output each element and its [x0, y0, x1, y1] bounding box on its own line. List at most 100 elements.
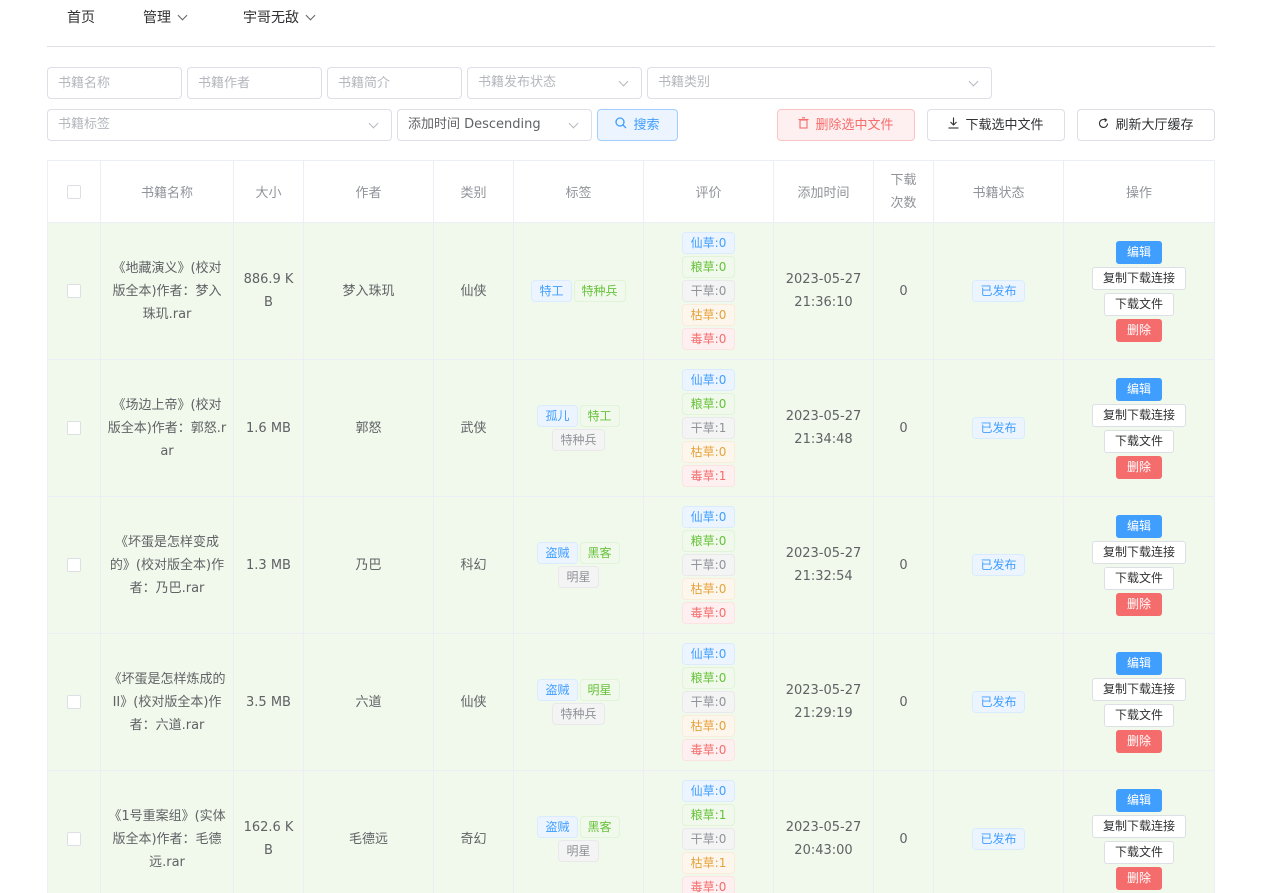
row-actions: 编辑 复制下载连接 下载文件 删除 [1091, 651, 1186, 753]
status-badge: 已发布 [972, 417, 1025, 439]
chevron-down-icon [177, 10, 188, 21]
book-name-cell: 《坏蛋是怎样炼成的II》(校对版全本)作者：六道.rar [101, 634, 234, 770]
edit-button[interactable]: 编辑 [1115, 651, 1162, 675]
search-button[interactable]: 搜索 [597, 109, 678, 141]
book-category: 仙侠 [460, 283, 487, 299]
edit-button[interactable]: 编辑 [1115, 240, 1162, 264]
download-file-button[interactable]: 下载文件 [1103, 703, 1174, 727]
book-size-cell: 886.9 KB [234, 223, 304, 359]
delete-button[interactable]: 删除 [1115, 866, 1162, 890]
book-size: 162.6 KB [243, 820, 294, 858]
added-time: 20:43:00 [794, 843, 853, 858]
rating-liang-badge: 粮草:1 [681, 804, 736, 826]
nav-user[interactable]: 宇哥无敌 [243, 8, 316, 28]
copy-link-button[interactable]: 复制下载连接 [1091, 266, 1186, 290]
book-category-cell: 奇幻 [434, 771, 514, 893]
delete-button[interactable]: 删除 [1115, 318, 1162, 342]
book-tag: 特种兵 [552, 703, 605, 725]
download-selected-label: 下载选中文件 [965, 118, 1044, 133]
chevron-down-icon [618, 76, 629, 87]
book-author-input[interactable] [188, 68, 321, 98]
book-author-field [187, 67, 322, 99]
delete-selected-button[interactable]: 删除选中文件 [777, 109, 915, 141]
publish-status-placeholder: 书籍发布状态 [478, 75, 557, 90]
search-icon [615, 110, 627, 140]
delete-button[interactable]: 删除 [1115, 592, 1162, 616]
book-added-cell: 2023-05-27 21:32:54 [774, 497, 874, 633]
edit-button[interactable]: 编辑 [1115, 377, 1162, 401]
category-select[interactable]: 书籍类别 [647, 67, 992, 99]
download-file-button[interactable]: 下载文件 [1103, 566, 1174, 590]
book-ratings: 仙草:0 粮草:0 干草:0 枯草:0 毒草:0 [681, 232, 736, 350]
row-actions: 编辑 复制下载连接 下载文件 删除 [1091, 240, 1186, 342]
top-nav: 首页 管理 宇哥无敌 [47, 0, 1215, 47]
row-checkbox[interactable] [67, 558, 81, 572]
delete-button[interactable]: 删除 [1115, 729, 1162, 753]
row-checkbox[interactable] [67, 832, 81, 846]
header-downloads: 下载 次数 [874, 161, 934, 222]
rating-du-badge: 毒草:0 [681, 739, 736, 761]
book-name-cell: 《1号重案组》(实体版全本)作者：毛德远.rar [101, 771, 234, 893]
select-all-checkbox[interactable] [67, 184, 81, 199]
edit-button[interactable]: 编辑 [1115, 514, 1162, 538]
book-tag: 特种兵 [552, 429, 605, 451]
tag-select[interactable]: 书籍标签 [47, 109, 392, 141]
nav-home[interactable]: 首页 [67, 8, 95, 28]
download-file-button[interactable]: 下载文件 [1103, 429, 1174, 453]
book-ops-cell: 编辑 复制下载连接 下载文件 删除 [1064, 497, 1215, 633]
book-ratings: 仙草:0 粮草:0 干草:1 枯草:0 毒草:1 [681, 369, 736, 487]
book-rating-cell: 仙草:0 粮草:1 干草:0 枯草:1 毒草:0 [644, 771, 774, 893]
added-time: 21:36:10 [794, 295, 853, 310]
rating-ku-badge: 枯草:0 [681, 715, 736, 737]
book-name: 《场边上帝》(校对版全本)作者：郭怒.rar [107, 397, 227, 459]
download-file-button[interactable]: 下载文件 [1103, 292, 1174, 316]
book-rating-cell: 仙草:0 粮草:0 干草:1 枯草:0 毒草:1 [644, 360, 774, 496]
table-header: 书籍名称 大小 作者 类别 标签 评价 添加时间 下载 次数 书籍状态 操作 [47, 161, 1215, 223]
download-count: 0 [899, 831, 908, 847]
header-status: 书籍状态 [934, 161, 1064, 222]
copy-link-button[interactable]: 复制下载连接 [1091, 814, 1186, 838]
book-name-input[interactable] [48, 68, 181, 98]
sort-select[interactable]: 添加时间 Descending [397, 109, 592, 141]
rating-xian-badge: 仙草:0 [681, 780, 736, 802]
rating-gan-badge: 干草:0 [681, 828, 736, 850]
chevron-down-icon [568, 118, 579, 129]
edit-button[interactable]: 编辑 [1115, 788, 1162, 812]
book-status-cell: 已发布 [934, 360, 1064, 496]
rating-ku-badge: 枯草:0 [681, 578, 736, 600]
book-tag: 盗贼 [537, 542, 578, 564]
book-tags: 盗贼 黑客 明星 [524, 542, 634, 588]
table-row: 《坏蛋是怎样炼成的II》(校对版全本)作者：六道.rar 3.5 MB 六道 仙… [47, 634, 1215, 771]
added-date: 2023-05-27 [785, 272, 862, 287]
book-author: 郭怒 [355, 420, 382, 436]
book-category-cell: 科幻 [434, 497, 514, 633]
download-selected-button[interactable]: 下载选中文件 [927, 109, 1065, 141]
book-intro-input[interactable] [328, 68, 461, 98]
row-checkbox[interactable] [67, 421, 81, 435]
copy-link-button[interactable]: 复制下载连接 [1091, 540, 1186, 564]
book-tag: 盗贼 [537, 816, 578, 838]
row-checkbox[interactable] [67, 284, 81, 298]
book-category: 仙侠 [460, 694, 487, 710]
book-tags: 盗贼 黑客 明星 [524, 816, 634, 862]
row-select-cell [47, 497, 101, 633]
table-body: 《地藏演义》(校对版全本)作者：梦入珠玑.rar 886.9 KB 梦入珠玑 仙… [47, 223, 1215, 893]
copy-link-button[interactable]: 复制下载连接 [1091, 677, 1186, 701]
row-actions: 编辑 复制下载连接 下载文件 删除 [1091, 377, 1186, 479]
nav-manage-label: 管理 [143, 10, 171, 26]
copy-link-button[interactable]: 复制下载连接 [1091, 403, 1186, 427]
publish-status-select[interactable]: 书籍发布状态 [467, 67, 642, 99]
book-size-cell: 162.6 KB [234, 771, 304, 893]
table-row: 《1号重案组》(实体版全本)作者：毛德远.rar 162.6 KB 毛德远 奇幻… [47, 771, 1215, 893]
book-author: 乃巴 [355, 557, 382, 573]
download-file-button[interactable]: 下载文件 [1103, 840, 1174, 864]
book-tags-cell: 孤儿 特工 特种兵 [514, 360, 644, 496]
nav-manage[interactable]: 管理 [143, 8, 188, 28]
nav-user-label: 宇哥无敌 [243, 10, 299, 26]
row-checkbox[interactable] [67, 695, 81, 709]
refresh-cache-button[interactable]: 刷新大厅缓存 [1077, 109, 1215, 141]
tag-placeholder: 书籍标签 [58, 117, 111, 132]
delete-button[interactable]: 删除 [1115, 455, 1162, 479]
rating-liang-badge: 粮草:0 [681, 393, 736, 415]
book-tags-cell: 盗贼 黑客 明星 [514, 771, 644, 893]
